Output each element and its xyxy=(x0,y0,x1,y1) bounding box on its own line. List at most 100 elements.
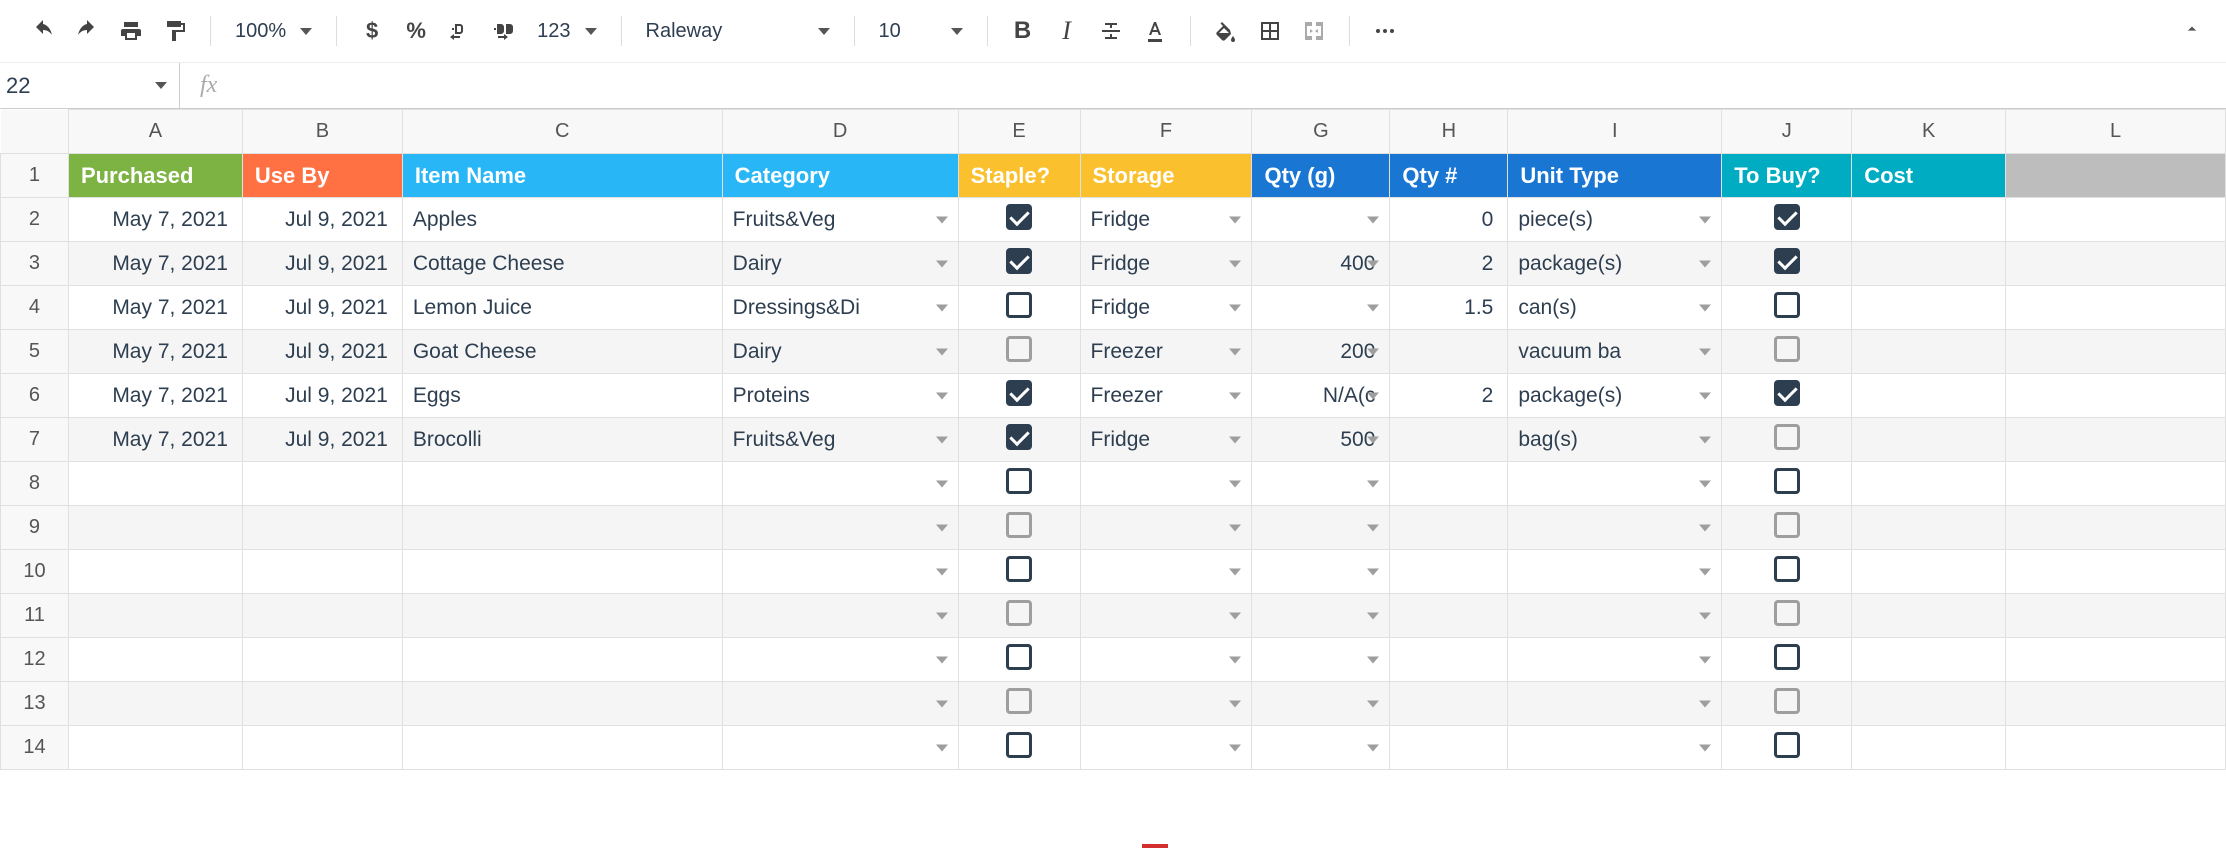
cell[interactable] xyxy=(2006,550,2226,594)
header-A[interactable]: Purchased xyxy=(68,154,242,198)
dropdown-arrow-icon[interactable] xyxy=(1367,612,1379,619)
cell[interactable] xyxy=(958,286,1080,330)
cell[interactable] xyxy=(1722,374,1852,418)
column-header-K[interactable]: K xyxy=(1852,110,2006,154)
cell[interactable]: vacuum ba xyxy=(1508,330,1722,374)
cell[interactable]: Jul 9, 2021 xyxy=(242,330,402,374)
cell[interactable]: 2 xyxy=(1390,242,1508,286)
cell[interactable]: Brocolli xyxy=(402,418,722,462)
to-buy-checkbox[interactable] xyxy=(1774,556,1800,582)
cell[interactable] xyxy=(402,594,722,638)
dropdown-arrow-icon[interactable] xyxy=(936,744,948,751)
dropdown-arrow-icon[interactable] xyxy=(1699,612,1711,619)
cell[interactable] xyxy=(1852,330,2006,374)
decrease-decimal-button[interactable] xyxy=(441,12,479,50)
cell[interactable]: Goat Cheese xyxy=(402,330,722,374)
cell[interactable] xyxy=(1390,550,1508,594)
cell[interactable]: package(s) xyxy=(1508,242,1722,286)
cell[interactable] xyxy=(1080,550,1252,594)
cell[interactable] xyxy=(1508,682,1722,726)
cell[interactable] xyxy=(1852,242,2006,286)
dropdown-arrow-icon[interactable] xyxy=(936,568,948,575)
cell[interactable] xyxy=(722,594,958,638)
cell[interactable]: Freezer xyxy=(1080,374,1252,418)
column-header-B[interactable]: B xyxy=(242,110,402,154)
column-header-E[interactable]: E xyxy=(958,110,1080,154)
merge-cells-button[interactable] xyxy=(1295,12,1333,50)
cell[interactable] xyxy=(1080,594,1252,638)
staple-checkbox[interactable] xyxy=(1006,644,1032,670)
cell[interactable]: May 7, 2021 xyxy=(68,198,242,242)
dropdown-arrow-icon[interactable] xyxy=(1367,260,1379,267)
cell[interactable]: package(s) xyxy=(1508,374,1722,418)
column-header-A[interactable]: A xyxy=(68,110,242,154)
cell[interactable]: 400 xyxy=(1252,242,1390,286)
row-header[interactable]: 2 xyxy=(1,198,69,242)
cell[interactable] xyxy=(1508,462,1722,506)
dropdown-arrow-icon[interactable] xyxy=(1699,700,1711,707)
cell[interactable] xyxy=(68,594,242,638)
cell[interactable] xyxy=(1852,286,2006,330)
cell[interactable] xyxy=(1390,506,1508,550)
cell[interactable] xyxy=(1852,594,2006,638)
dropdown-arrow-icon[interactable] xyxy=(1229,480,1241,487)
cell[interactable]: N/A(c xyxy=(1252,374,1390,418)
cell[interactable] xyxy=(722,462,958,506)
column-header-I[interactable]: I xyxy=(1508,110,1722,154)
to-buy-checkbox[interactable] xyxy=(1774,644,1800,670)
cell[interactable] xyxy=(1508,726,1722,770)
dropdown-arrow-icon[interactable] xyxy=(936,392,948,399)
cell[interactable] xyxy=(1390,418,1508,462)
cell[interactable]: Fridge xyxy=(1080,418,1252,462)
cell[interactable] xyxy=(1722,682,1852,726)
cell[interactable]: Proteins xyxy=(722,374,958,418)
cell[interactable] xyxy=(402,726,722,770)
staple-checkbox[interactable] xyxy=(1006,248,1032,274)
row-header[interactable]: 14 xyxy=(1,726,69,770)
cell[interactable] xyxy=(958,594,1080,638)
cell[interactable] xyxy=(1252,506,1390,550)
cell[interactable] xyxy=(1508,594,1722,638)
cell[interactable] xyxy=(1080,682,1252,726)
dropdown-arrow-icon[interactable] xyxy=(1229,744,1241,751)
header-H[interactable]: Qty # xyxy=(1390,154,1508,198)
increase-decimal-button[interactable] xyxy=(485,12,523,50)
dropdown-arrow-icon[interactable] xyxy=(1699,480,1711,487)
column-header-C[interactable]: C xyxy=(402,110,722,154)
dropdown-arrow-icon[interactable] xyxy=(1229,656,1241,663)
cell[interactable]: Fruits&Veg xyxy=(722,198,958,242)
cell[interactable] xyxy=(958,638,1080,682)
header-F[interactable]: Storage xyxy=(1080,154,1252,198)
font-select[interactable]: Raleway xyxy=(638,20,838,43)
cell[interactable] xyxy=(1252,462,1390,506)
cell[interactable]: Jul 9, 2021 xyxy=(242,286,402,330)
header-D[interactable]: Category xyxy=(722,154,958,198)
dropdown-arrow-icon[interactable] xyxy=(1699,436,1711,443)
cell[interactable]: May 7, 2021 xyxy=(68,330,242,374)
cell[interactable] xyxy=(1080,638,1252,682)
header-L[interactable] xyxy=(2006,154,2226,198)
borders-button[interactable] xyxy=(1251,12,1289,50)
cell[interactable] xyxy=(1852,418,2006,462)
staple-checkbox[interactable] xyxy=(1006,512,1032,538)
cell[interactable] xyxy=(242,594,402,638)
cell[interactable] xyxy=(1252,550,1390,594)
cell[interactable]: Jul 9, 2021 xyxy=(242,242,402,286)
cell[interactable] xyxy=(1722,594,1852,638)
cell[interactable]: Fridge xyxy=(1080,286,1252,330)
to-buy-checkbox[interactable] xyxy=(1774,204,1800,230)
cell[interactable] xyxy=(1390,594,1508,638)
dropdown-arrow-icon[interactable] xyxy=(1367,436,1379,443)
header-J[interactable]: To Buy? xyxy=(1722,154,1852,198)
cell[interactable]: 0 xyxy=(1390,198,1508,242)
row-header[interactable]: 9 xyxy=(1,506,69,550)
cell[interactable] xyxy=(2006,418,2226,462)
cell[interactable] xyxy=(68,638,242,682)
zoom-select[interactable]: 100% xyxy=(227,20,320,43)
cell[interactable]: bag(s) xyxy=(1508,418,1722,462)
italic-button[interactable]: I xyxy=(1048,12,1086,50)
to-buy-checkbox[interactable] xyxy=(1774,468,1800,494)
cell[interactable] xyxy=(958,682,1080,726)
cell[interactable] xyxy=(2006,198,2226,242)
cell[interactable] xyxy=(1852,374,2006,418)
